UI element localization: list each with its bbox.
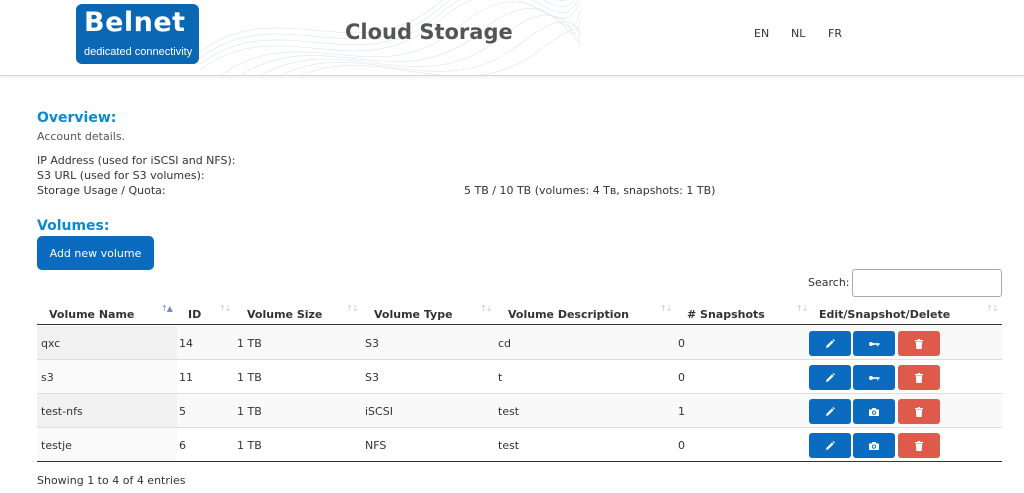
delete-button[interactable] — [898, 331, 940, 356]
cell-volume-type: iSCSI — [365, 405, 393, 418]
delete-button[interactable] — [898, 433, 940, 458]
cell-volume-name: testje — [41, 439, 72, 452]
table-row: s3 11 1 TB S3 t 0 — [37, 360, 1002, 394]
cell-snapshots: 0 — [678, 337, 685, 350]
search-input[interactable] — [852, 269, 1002, 297]
add-volume-button[interactable]: Add new volume — [37, 236, 154, 270]
cell-volume-size: 1 TB — [237, 337, 262, 350]
sort-icon: ↑↓ — [480, 304, 492, 313]
pencil-icon — [826, 440, 835, 450]
trash-icon — [915, 406, 923, 417]
edit-button[interactable] — [809, 331, 851, 356]
cell-volume-size: 1 TB — [237, 405, 262, 418]
cell-volume-name: s3 — [41, 371, 54, 384]
table-row: qxc 14 1 TB S3 cd 0 — [37, 326, 1002, 360]
pencil-icon — [826, 406, 835, 416]
cell-snapshots: 0 — [678, 371, 685, 384]
storage-usage-value: 5 TB / 10 TB (volumes: 4 Tʙ, snapshots: … — [464, 184, 716, 197]
page-title: Cloud Storage — [345, 20, 513, 44]
ip-address-label: IP Address (used for iSCSI and NFS): — [37, 154, 236, 167]
cell-volume-type: S3 — [365, 371, 379, 384]
cell-id: 14 — [179, 337, 193, 350]
cell-volume-description: test — [498, 405, 520, 418]
logo-wordmark: Belnet — [84, 7, 186, 38]
pencil-icon — [826, 372, 835, 382]
key-icon — [869, 375, 880, 380]
lang-en-link[interactable]: EN — [754, 27, 769, 40]
sort-icon: ↑↓ — [796, 304, 808, 313]
search-label: Search: — [808, 276, 850, 289]
col-header-id[interactable]: ID — [188, 308, 201, 321]
cell-volume-name: test-nfs — [41, 405, 83, 418]
volumes-heading: Volumes: — [37, 218, 110, 234]
storage-usage-label: Storage Usage / Quota: — [37, 184, 166, 197]
snapshot-button[interactable] — [853, 399, 895, 424]
edit-button[interactable] — [809, 433, 851, 458]
trash-icon — [915, 338, 923, 349]
pencil-icon — [826, 338, 835, 348]
sort-icon: ↑↓ — [986, 304, 998, 313]
table-info: Showing 1 to 4 of 4 entries — [37, 474, 186, 487]
sort-icon: ↑↓ — [219, 304, 231, 313]
cell-volume-type: S3 — [365, 337, 379, 350]
cell-id: 11 — [179, 371, 193, 384]
cell-volume-description: t — [498, 371, 503, 384]
camera-icon — [869, 407, 879, 416]
cell-volume-name: qxc — [41, 337, 61, 350]
col-header-volume-size[interactable]: Volume Size — [247, 308, 322, 321]
cell-volume-description: cd — [498, 337, 512, 350]
table-row: testje 6 1 TB NFS test 0 — [37, 428, 1002, 462]
edit-button[interactable] — [809, 399, 851, 424]
cell-volume-description: test — [498, 439, 520, 452]
cell-id: 6 — [179, 439, 186, 452]
col-header-volume-name[interactable]: Volume Name — [49, 308, 134, 321]
belnet-logo[interactable]: Belnet dedicated connectivity — [76, 4, 199, 64]
access-key-button[interactable] — [853, 365, 895, 390]
edit-button[interactable] — [809, 365, 851, 390]
col-header-snapshots[interactable]: # Snapshots — [687, 308, 765, 321]
overview-subheading: Account details. — [37, 130, 126, 143]
lang-nl-link[interactable]: NL — [791, 27, 805, 40]
camera-icon — [869, 441, 879, 450]
lang-fr-link[interactable]: FR — [828, 27, 842, 40]
col-header-actions: Edit/Snapshot/Delete — [819, 308, 951, 321]
table-row: test-nfs 5 1 TB iSCSI test 1 — [37, 394, 1002, 428]
page-header: Belnet dedicated connectivity Cloud Stor… — [0, 0, 1024, 76]
cell-snapshots: 1 — [678, 405, 685, 418]
cell-id: 5 — [179, 405, 186, 418]
table-header: Volume Name ↑▲ ID ↑↓ Volume Size ↑↓ Volu… — [37, 300, 1002, 325]
snapshot-button[interactable] — [853, 433, 895, 458]
cell-volume-size: 1 TB — [237, 371, 262, 384]
access-key-button[interactable] — [853, 331, 895, 356]
col-header-volume-description[interactable]: Volume Description — [508, 308, 629, 321]
cell-volume-size: 1 TB — [237, 439, 262, 452]
overview-heading: Overview: — [37, 110, 117, 126]
trash-icon — [915, 440, 923, 451]
trash-icon — [915, 372, 923, 383]
delete-button[interactable] — [898, 365, 940, 390]
logo-tagline: dedicated connectivity — [84, 46, 193, 58]
cell-snapshots: 0 — [678, 439, 685, 452]
sort-icon: ↑↓ — [346, 304, 358, 313]
col-header-volume-type[interactable]: Volume Type — [374, 308, 453, 321]
key-icon — [869, 341, 880, 346]
cell-volume-type: NFS — [365, 439, 387, 452]
s3-url-label: S3 URL (used for S3 volumes): — [37, 169, 205, 182]
delete-button[interactable] — [898, 399, 940, 424]
sort-asc-icon: ↑▲ — [161, 304, 173, 313]
sort-icon: ↑↓ — [660, 304, 672, 313]
